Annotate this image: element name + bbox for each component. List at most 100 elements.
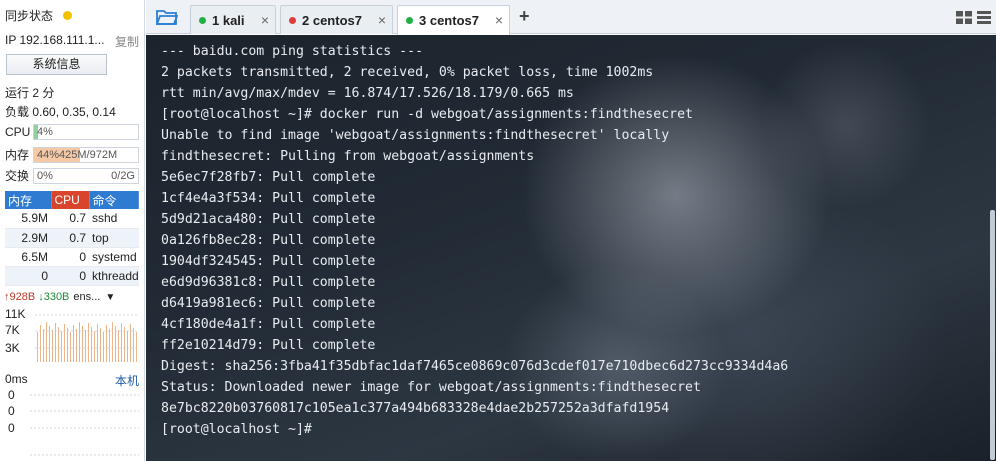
terminal-scrollbar[interactable] <box>990 210 995 460</box>
tab-label: 2 centos7 <box>302 12 362 28</box>
network-traffic-bar <box>76 329 77 362</box>
terminal-line: Unable to find image 'webgoat/assignment… <box>161 128 670 143</box>
terminal-line: 5e6ec7f28fb7: Pull complete <box>161 170 376 185</box>
swap-label: 交换 <box>5 169 30 183</box>
tab-kali[interactable]: 1 kali × <box>190 5 276 34</box>
process-memory: 6.5M <box>5 247 51 267</box>
latency-value: 0ms <box>5 372 28 386</box>
network-traffic-bar <box>94 331 95 362</box>
tab-centos7-3[interactable]: 3 centos7 × <box>397 5 510 35</box>
copy-ip-button[interactable]: 复制 <box>115 33 139 50</box>
swap-value: 0% <box>37 169 53 182</box>
grid-layout-icon[interactable] <box>956 11 972 24</box>
menu-icon[interactable] <box>977 11 991 24</box>
terminal-line: 0a126fb8ec28: Pull complete <box>161 233 376 248</box>
process-command: sshd <box>89 209 139 229</box>
cpu-value: 4% <box>37 125 53 138</box>
cpu-label: CPU <box>5 124 31 139</box>
network-traffic-chart <box>35 314 139 362</box>
network-traffic-bar <box>106 325 107 362</box>
network-traffic-bar <box>79 322 80 362</box>
terminal-line: [root@localhost ~]# <box>161 422 312 437</box>
column-header-memory[interactable]: 内存 <box>5 191 52 209</box>
network-traffic-bar <box>109 329 110 362</box>
network-traffic-bar <box>82 326 83 362</box>
terminal-line: d6419a981ec6: Pull complete <box>161 296 376 311</box>
table-row[interactable]: 6.5M 0 systemd <box>5 247 139 267</box>
tab-label: 3 centos7 <box>419 13 479 28</box>
memory-meter: 44%425M/972M <box>33 146 139 163</box>
terminal-line: 1cf4e4a3f534: Pull complete <box>161 191 376 206</box>
server-status-panel: 同步状态 IP 192.168.111.1... 复制 系统信息 运行 2 分 … <box>0 0 145 461</box>
ip-row: IP 192.168.111.1... 复制 <box>5 33 139 50</box>
latency-axis-label: 0 <box>8 421 15 435</box>
tab-centos7-2[interactable]: 2 centos7 × <box>280 5 393 34</box>
swap-meter-row: 交换 0% 0/2G <box>5 167 139 184</box>
network-traffic-bar <box>55 323 56 362</box>
folder-icon[interactable] <box>156 8 178 26</box>
table-row[interactable]: 5.9M 0.7 sshd <box>5 209 139 229</box>
sync-status-label: 同步状态 <box>5 8 54 23</box>
column-header-cpu[interactable]: CPU <box>51 191 90 209</box>
terminal-line: 5d9d21aca480: Pull complete <box>161 212 376 227</box>
terminal-line: 4cf180de4a1f: Pull complete <box>161 317 376 332</box>
session-tab-bar: 1 kali × 2 centos7 × 3 centos7 × + <box>146 0 996 35</box>
terminal-view[interactable]: --- baidu.com ping statistics --- 2 packe… <box>146 35 996 461</box>
process-cpu: 0.7 <box>51 228 89 248</box>
network-traffic-bar <box>124 327 125 362</box>
connection-status-icon <box>406 17 413 24</box>
network-traffic-bar <box>64 324 65 362</box>
process-cpu: 0.7 <box>51 209 89 229</box>
terminal-output[interactable]: --- baidu.com ping statistics --- 2 packe… <box>161 41 788 440</box>
process-memory: 0 <box>5 266 51 286</box>
table-row[interactable]: 0 0 kthreadd <box>5 266 139 286</box>
network-traffic-bar <box>73 325 74 362</box>
network-traffic-bar <box>115 326 116 362</box>
network-traffic-bar <box>130 324 131 362</box>
connection-status-icon <box>289 16 296 24</box>
network-traffic-bar <box>85 330 86 362</box>
terminal-line: [root@localhost ~]# docker run -d webgoa… <box>161 107 693 122</box>
network-header: ↑928B ↓330B ens... ▼ <box>4 291 140 303</box>
network-traffic-bar <box>121 323 122 362</box>
terminal-line: 1904df324545: Pull complete <box>161 254 376 269</box>
process-command: top <box>89 228 139 248</box>
terminal-line: ff2e10214d79: Pull complete <box>161 338 376 353</box>
memory-value: 44%425M/972M <box>37 148 118 161</box>
swap-total: 0/2G <box>111 169 135 182</box>
terminal-line: --- baidu.com ping statistics --- <box>161 44 424 59</box>
terminal-line: 8e7bc8220b03760817c105ea1c377a494b683328… <box>161 401 670 416</box>
close-icon[interactable]: × <box>378 12 386 28</box>
process-cpu: 0 <box>51 266 89 286</box>
process-command: kthreadd <box>89 266 139 286</box>
network-traffic-bar <box>127 331 128 362</box>
latency-axis-label: 0 <box>8 404 15 418</box>
terminal-line: Status: Downloaded newer image for webgo… <box>161 380 701 395</box>
terminal-line: 2 packets transmitted, 2 received, 0% pa… <box>161 65 654 80</box>
chevron-down-icon[interactable]: ▼ <box>105 292 115 303</box>
network-traffic-bar <box>58 327 59 362</box>
network-traffic-bar <box>118 330 119 362</box>
terminal-line: Digest: sha256:3fba41f35dbfac1daf7465ce0… <box>161 359 789 374</box>
terminal-line: e6d9d96381c8: Pull complete <box>161 275 376 290</box>
column-header-command[interactable]: 命令 <box>89 191 139 209</box>
network-traffic-bar <box>43 329 44 362</box>
memory-label: 内存 <box>5 148 30 162</box>
network-traffic-bar <box>103 332 104 362</box>
table-row[interactable]: 2.9M 0.7 top <box>5 228 139 248</box>
add-tab-button[interactable]: + <box>519 6 530 27</box>
network-interface-select[interactable]: ens... <box>73 291 100 303</box>
network-traffic-bar <box>112 322 113 362</box>
network-traffic-bar <box>61 331 62 362</box>
load-average-text: 负载 0.60, 0.35, 0.14 <box>5 105 116 119</box>
network-traffic-bar <box>97 324 98 362</box>
network-traffic-bar <box>52 330 53 362</box>
memory-meter-row: 内存 44%425M/972M <box>5 146 139 163</box>
close-icon[interactable]: × <box>261 12 269 28</box>
system-info-button[interactable]: 系统信息 <box>6 54 107 75</box>
ip-address: IP 192.168.111.1... <box>5 33 105 47</box>
network-traffic-bar <box>46 322 47 362</box>
process-table: 内存 CPU 命令 5.9M 0.7 sshd 2.9M 0.7 top 6.5… <box>5 191 139 286</box>
close-icon[interactable]: × <box>495 12 503 28</box>
upload-rate: ↑928B <box>4 291 36 303</box>
